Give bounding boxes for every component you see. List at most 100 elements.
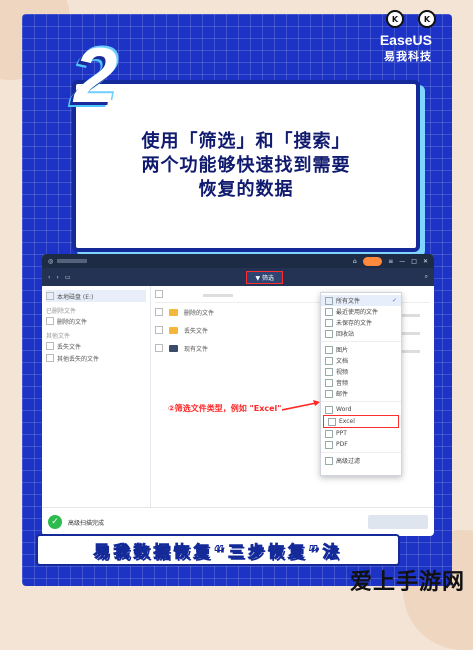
sidebar-item-other-lost[interactable]: 其他丢失的文件 <box>46 352 146 364</box>
checkbox[interactable] <box>46 354 54 362</box>
sidebar-group-label: 其他文件 <box>46 333 71 340</box>
list-item-label: 丢失文件 <box>184 327 209 335</box>
bottom-banner: 易我数据恢复“三步恢复”法 <box>36 534 400 566</box>
mail-icon <box>325 389 333 398</box>
filter-option[interactable]: 文档 <box>321 355 401 366</box>
app-screenshot: ◎ ⌂ ≡ — □ ✕ ‹ › ▭ ▼ 筛选 ⌕ 本地磁盘 (E:) 已删除文件 <box>42 254 434 536</box>
bottom-banner-text: 易我数据恢复“三步恢复”法 <box>93 542 343 562</box>
recycle-bin-icon <box>325 329 333 338</box>
image-icon <box>325 345 333 354</box>
video-icon <box>325 367 333 376</box>
divider <box>321 452 401 453</box>
filter-option-label: 最近使用的文件 <box>336 309 379 316</box>
filter-option[interactable]: 图片 <box>321 344 401 355</box>
folder-icon <box>169 308 178 316</box>
filter-option[interactable]: 回收站 <box>321 328 401 339</box>
word-icon <box>325 405 333 414</box>
filter-option[interactable]: 最近使用的文件 <box>321 306 401 317</box>
title-line: 恢复的数据 <box>198 179 294 200</box>
sidebar-item-deleted[interactable]: 删除的文件 <box>46 315 146 327</box>
settings-icon <box>325 456 333 465</box>
filter-option[interactable]: PDF <box>321 439 401 450</box>
filter-option[interactable]: 高级过滤 <box>321 455 401 466</box>
checkbox[interactable] <box>46 317 54 325</box>
folder-icon <box>169 326 178 334</box>
sidebar: 本地磁盘 (E:) 已删除文件 删除的文件 其他文件 丢失文件 其他丢失的文件 <box>42 286 151 508</box>
filter-option-label: 所有文件 <box>336 298 361 305</box>
filter-option-excel[interactable]: Excel <box>323 415 399 428</box>
filter-label: 筛选 <box>262 274 275 282</box>
filter-option[interactable]: 邮件 <box>321 388 401 399</box>
app-toolbar: ‹ › ▭ ▼ 筛选 ⌕ <box>42 268 434 286</box>
brand-logo: EaseUS 易我科技 <box>380 32 432 64</box>
audio-icon <box>325 378 333 387</box>
filter-option-label: 文档 <box>336 358 349 365</box>
filter-option-label: 视频 <box>336 369 349 376</box>
file-icon <box>325 296 333 305</box>
sidebar-group-label: 已删除文件 <box>46 308 77 315</box>
file-icon <box>325 318 333 327</box>
filter-option[interactable]: PPT <box>321 428 401 439</box>
title-line: 两个功能够快速找到需要 <box>141 155 351 176</box>
filter-dropdown: 所有文件 ✓ 最近使用的文件 未保存的文件 回收站 图片 文档 视频 音频 邮件 … <box>320 292 402 476</box>
document-icon <box>325 356 333 365</box>
filter-option-label: 图片 <box>336 347 349 354</box>
status-title: 高级扫描完成 <box>68 519 105 527</box>
filter-option[interactable]: 音频 <box>321 377 401 388</box>
filter-option-label: 音频 <box>336 380 349 387</box>
filter-option-label: 未保存的文件 <box>336 320 373 327</box>
list-item-label: 删除的文件 <box>184 309 215 317</box>
sidebar-item-label: 丢失文件 <box>57 343 82 351</box>
header-placeholder <box>203 294 233 297</box>
sidebar-item-label: 本地磁盘 (E:) <box>57 293 94 301</box>
forward-icon[interactable]: › <box>56 274 58 281</box>
filter-option-label: PDF <box>336 441 348 448</box>
excel-icon <box>328 417 336 426</box>
divider <box>321 401 401 402</box>
filter-option-label: 回收站 <box>336 331 355 338</box>
filter-option-label: Word <box>336 406 352 413</box>
checkbox[interactable] <box>46 292 54 300</box>
pdf-icon <box>325 440 333 449</box>
maximize-icon[interactable]: □ <box>411 258 417 265</box>
filter-option[interactable]: 所有文件 ✓ <box>321 295 401 306</box>
round-badge-icon: K <box>418 10 436 28</box>
ppt-icon <box>325 429 333 438</box>
select-all-checkbox[interactable] <box>155 290 163 298</box>
checkbox[interactable] <box>155 344 163 352</box>
drive-icon: ▭ <box>64 273 71 281</box>
sidebar-item-label: 删除的文件 <box>57 318 88 326</box>
menu-icon[interactable]: ≡ <box>388 258 393 265</box>
checkbox[interactable] <box>155 326 163 334</box>
file-icon <box>325 307 333 316</box>
search-icon[interactable]: ⌕ <box>425 273 428 281</box>
minimize-icon[interactable]: — <box>399 258 405 265</box>
app-title-placeholder <box>57 259 88 263</box>
watermark: 爱上手游网 <box>349 570 465 595</box>
sidebar-item-lost[interactable]: 丢失文件 <box>46 340 146 352</box>
home-icon[interactable]: ⌂ <box>353 258 357 265</box>
app-logo-icon: ◎ <box>48 257 54 265</box>
app-titlebar: ◎ ⌂ ≡ — □ ✕ <box>42 254 434 268</box>
close-icon[interactable]: ✕ <box>423 258 428 265</box>
filter-button[interactable]: ▼ 筛选 <box>246 270 284 284</box>
recover-button[interactable] <box>368 515 428 529</box>
filter-option-label: 邮件 <box>336 391 349 398</box>
upgrade-button[interactable] <box>362 256 383 266</box>
back-icon[interactable]: ‹ <box>48 274 50 281</box>
drive-folder-icon <box>169 344 178 352</box>
filter-option[interactable]: 未保存的文件 <box>321 317 401 328</box>
checkbox[interactable] <box>155 308 163 316</box>
list-item-label: 现有文件 <box>184 345 209 353</box>
checkbox[interactable] <box>46 342 54 350</box>
brand-name-en: EaseUS <box>379 32 432 48</box>
filter-option-label: PPT <box>336 430 347 437</box>
filter-option[interactable]: Word <box>321 404 401 415</box>
status-bar: ✓ 高级扫描完成 <box>42 507 434 536</box>
top-icons: K K <box>386 10 436 28</box>
title-line: 使用「筛选」和「搜索」 <box>141 131 351 152</box>
sidebar-item-drive[interactable]: 本地磁盘 (E:) <box>46 290 146 302</box>
filter-option[interactable]: 视频 <box>321 366 401 377</box>
brand-name-cn: 易我科技 <box>384 50 432 63</box>
infographic-poster: K K EaseUS 易我科技 使用「筛选」和「搜索」 两个功能够快速找到需要 … <box>22 10 452 586</box>
